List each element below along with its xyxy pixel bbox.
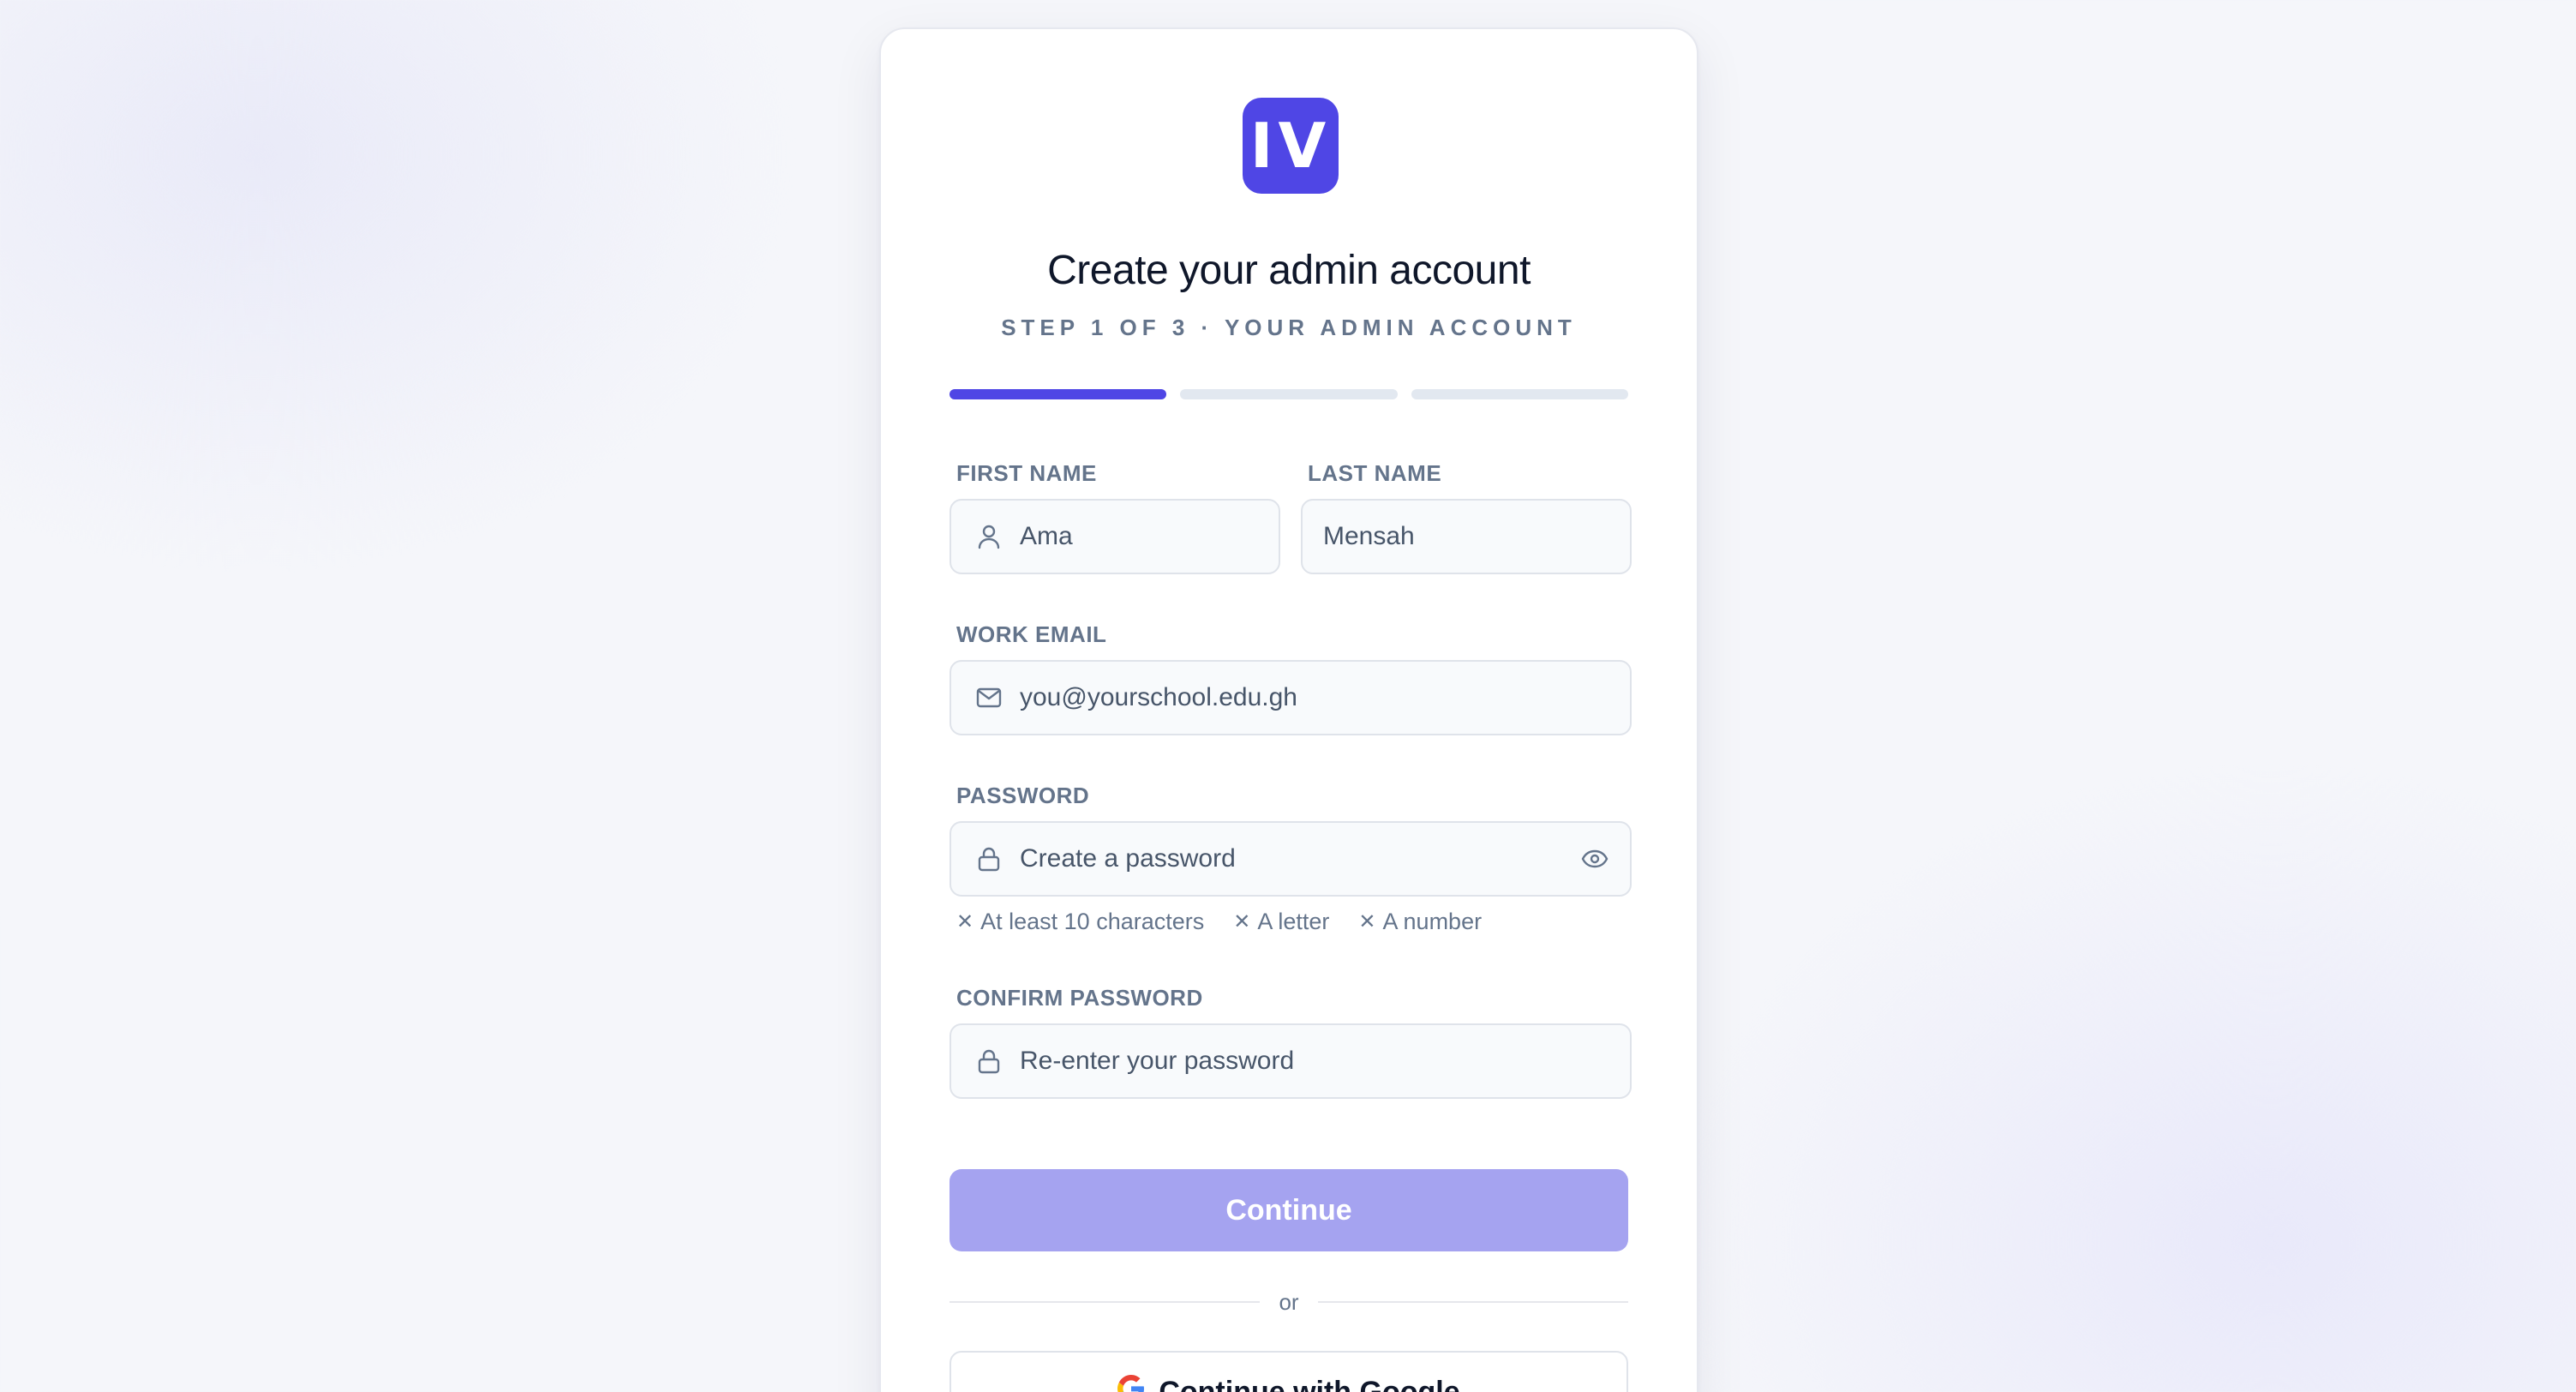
last-name-field[interactable]: Mensah [1301, 499, 1632, 574]
password-rule-text: At least 10 characters [980, 909, 1205, 934]
user-icon [975, 523, 1003, 550]
lock-icon [975, 845, 1003, 873]
password-rule: ✕ At least 10 characters [956, 909, 1204, 935]
progress-step-2 [1180, 389, 1398, 399]
google-button-label: Continue with Google [1159, 1375, 1460, 1392]
confirm-password-label: CONFIRM PASSWORD [956, 985, 1203, 1011]
last-name-value: Mensah [1323, 522, 1415, 550]
password-label: PASSWORD [956, 783, 1090, 808]
email-label: WORK EMAIL [956, 621, 1107, 647]
step-progress-bar [950, 389, 1628, 399]
divider-text: or [1279, 1288, 1299, 1315]
first-name-field[interactable]: Ama [950, 499, 1280, 574]
or-divider: or [950, 1289, 1628, 1315]
email-placeholder: you@yourschool.edu.gh [1020, 683, 1297, 711]
divider-line [950, 1301, 1261, 1303]
lock-icon [975, 1047, 1003, 1075]
password-rule-text: A number [1382, 909, 1483, 934]
eye-icon[interactable] [1580, 844, 1609, 873]
continue-button[interactable]: Continue [950, 1169, 1628, 1251]
x-icon: ✕ [956, 910, 974, 933]
password-rule-text: A letter [1257, 909, 1330, 934]
step-indicator: STEP 1 OF 3 · YOUR ADMIN ACCOUNT [1001, 315, 1577, 340]
progress-step-1 [950, 389, 1167, 399]
password-placeholder: Create a password [1020, 844, 1236, 873]
password-rule: ✕ A letter [1233, 909, 1329, 935]
progress-step-3 [1411, 389, 1628, 399]
confirm-password-placeholder: Re-enter your password [1020, 1047, 1295, 1075]
x-icon: ✕ [1233, 910, 1251, 933]
x-icon: ✕ [1358, 910, 1376, 933]
divider-line [1317, 1301, 1628, 1303]
google-signin-button[interactable]: Continue with Google [950, 1351, 1628, 1392]
last-name-label: LAST NAME [1308, 460, 1442, 486]
mail-icon [975, 684, 1003, 711]
password-requirements: ✕ At least 10 characters ✕ A letter ✕ A … [956, 909, 1482, 935]
password-field[interactable]: Create a password [950, 821, 1632, 897]
email-field[interactable]: you@yourschool.edu.gh [950, 660, 1632, 735]
first-name-value: Ama [1020, 522, 1073, 550]
password-rule: ✕ A number [1358, 909, 1482, 935]
first-name-label: FIRST NAME [956, 460, 1097, 486]
brand-logo: IV [1243, 98, 1339, 194]
signup-card: IV Create your admin account STEP 1 OF 3… [879, 27, 1698, 1392]
page-title: Create your admin account [1047, 248, 1531, 293]
confirm-password-field[interactable]: Re-enter your password [950, 1023, 1632, 1099]
google-icon [1117, 1374, 1145, 1392]
